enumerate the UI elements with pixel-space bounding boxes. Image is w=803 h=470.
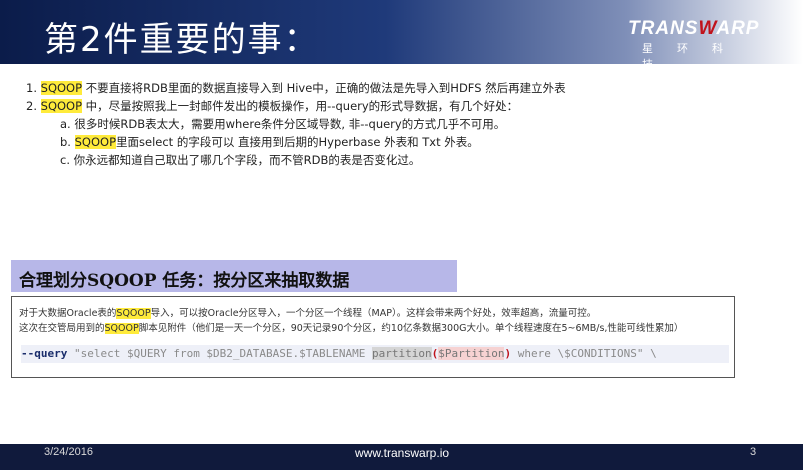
- list-item: 2. SQOOP 中，尽量按照我上一封邮件发出的模板操作，用--query的形式…: [26, 99, 519, 113]
- section-heading-bar: 合理划分SQOOP 任务：按分区来抽取数据: [11, 260, 457, 292]
- footer-url[interactable]: www.transwarp.io: [355, 446, 449, 460]
- sub-list-item: c. 你永远都知道自己取出了哪几个字段，而不管RDB的表是否变化过。: [60, 153, 421, 167]
- code-keyword: --query: [21, 347, 68, 360]
- code-partition: partition: [372, 347, 432, 360]
- logo-wordmark: TRANSWARP: [628, 18, 760, 39]
- section-title: 合理划分SQOOP 任务：按分区来抽取数据: [19, 271, 350, 291]
- slide-footer: 3/24/2016 www.transwarp.io 3: [0, 444, 803, 470]
- transwarp-logo: TRANSWARP 星环科技: [628, 12, 778, 71]
- sub-list-item: a. 很多时候RDB表太大，需要用where条件分区域导数, 非--query的…: [60, 117, 506, 131]
- footer-date: 3/24/2016: [44, 446, 93, 458]
- code-variable: $Partition: [438, 347, 505, 360]
- page-number: 3: [750, 446, 757, 458]
- list-item: 1. SQOOP 不要直接将RDB里面的数据直接导入到 Hive中，正确的做法是…: [26, 81, 566, 95]
- box-text-line: 对于大数据Oracle表的SQOOP导入，可以按Oracle分区导入，一个分区一…: [19, 308, 597, 319]
- slide-header: 第2件重要的事： TRANSWARP 星环科技: [0, 0, 803, 71]
- box-text-line: 这次在交管局用到的SQOOP脚本见附件（他们是一天一个分区，90天记录90个分区…: [19, 323, 684, 334]
- sub-list-item: b. SQOOP里面select 的字段可以 直接用到后期的Hyperbase …: [60, 135, 479, 149]
- slide-title: 第2件重要的事：: [44, 20, 320, 60]
- screenshot-box: 对于大数据Oracle表的SQOOP导入，可以按Oracle分区导入，一个分区一…: [11, 296, 735, 378]
- logo-chinese-name: 星环科技: [642, 42, 747, 71]
- code-snippet: --query "select $QUERY from $DB2_DATABAS…: [21, 345, 729, 363]
- tips-list: 1. SQOOP 不要直接将RDB里面的数据直接导入到 Hive中，正确的做法是…: [26, 79, 566, 169]
